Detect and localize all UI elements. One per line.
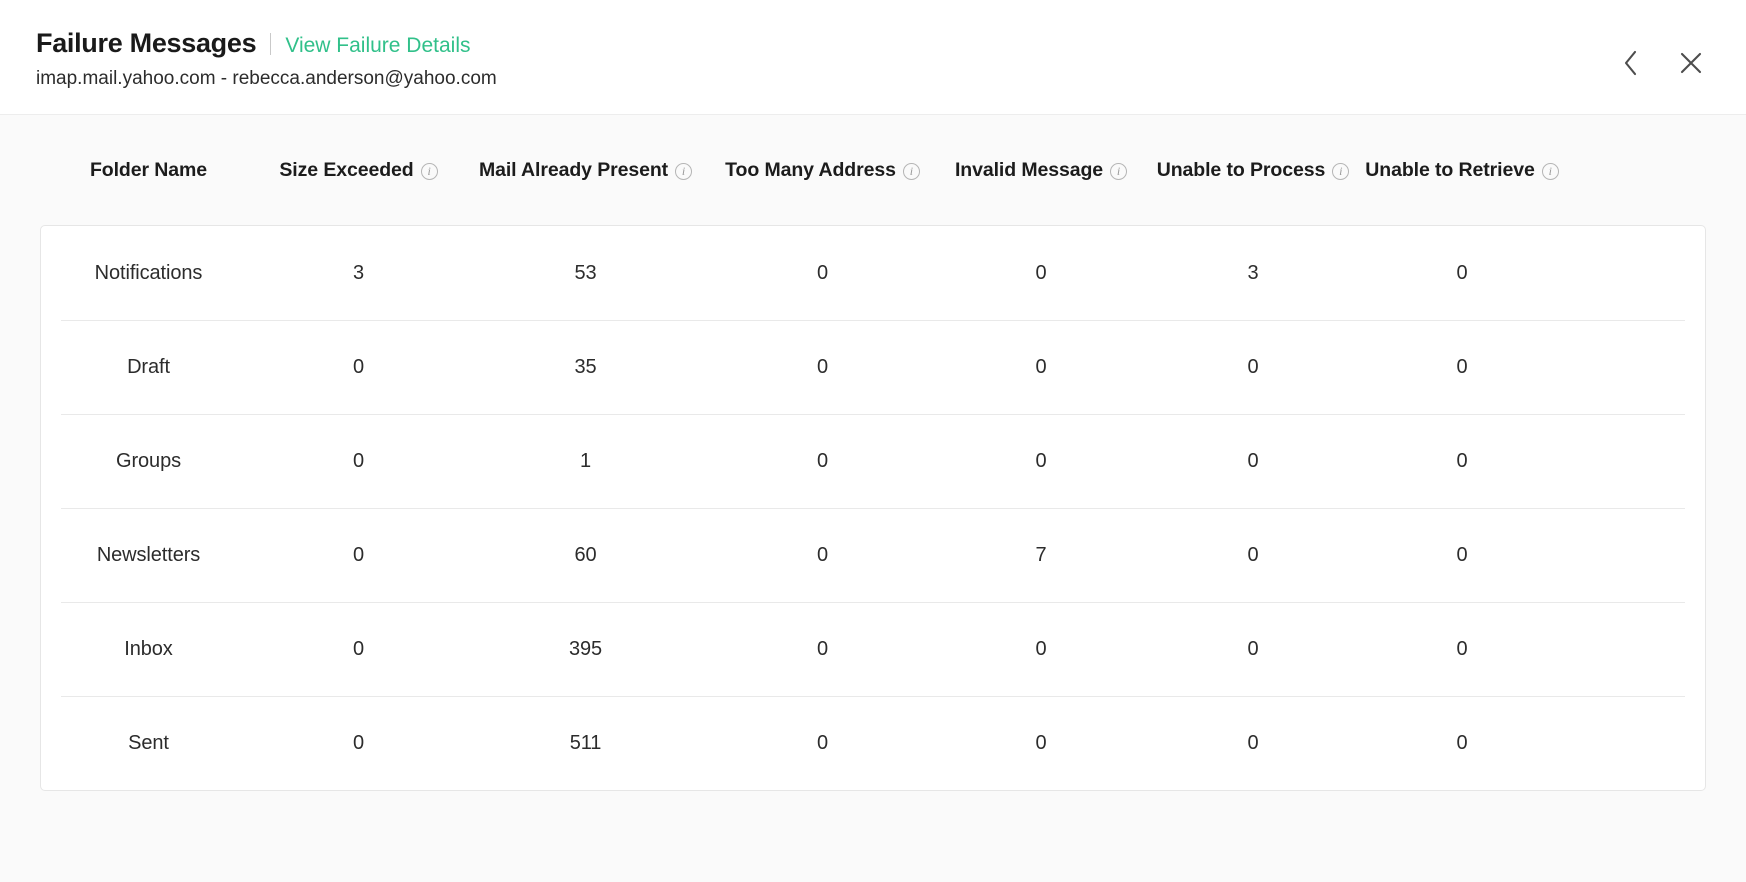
- account-subtitle: imap.mail.yahoo.com - rebecca.anderson@y…: [36, 66, 1746, 92]
- info-icon[interactable]: i: [903, 163, 920, 180]
- cell-size-exceeded: 3: [256, 262, 461, 285]
- table-header-row: Folder Name Size Exceeded i Mail Already…: [40, 115, 1706, 225]
- cell-unable-to-retrieve: 0: [1359, 732, 1565, 755]
- column-header-invalid-message: Invalid Message i: [935, 159, 1147, 182]
- cell-invalid-message: 0: [935, 262, 1147, 285]
- cell-size-exceeded: 0: [256, 356, 461, 379]
- info-icon[interactable]: i: [421, 163, 438, 180]
- cell-unable-to-process: 3: [1147, 262, 1359, 285]
- view-failure-details-link[interactable]: View Failure Details: [285, 29, 470, 63]
- cell-folder-name: Newsletters: [41, 544, 256, 567]
- column-header-mail-already-present: Mail Already Present i: [461, 159, 710, 182]
- cell-size-exceeded: 0: [256, 638, 461, 661]
- cell-invalid-message: 0: [935, 732, 1147, 755]
- cell-too-many-address: 0: [710, 262, 935, 285]
- info-icon[interactable]: i: [1110, 163, 1127, 180]
- info-icon[interactable]: i: [1332, 163, 1349, 180]
- column-header-size-exceeded: Size Exceeded i: [256, 159, 461, 182]
- cell-mail-already-present: 511: [461, 732, 710, 755]
- column-header-label: Too Many Address: [725, 159, 896, 182]
- info-icon[interactable]: i: [1542, 163, 1559, 180]
- table-row[interactable]: Newsletters 0 60 0 7 0 0: [41, 508, 1705, 602]
- info-icon[interactable]: i: [675, 163, 692, 180]
- cell-too-many-address: 0: [710, 638, 935, 661]
- cell-unable-to-process: 0: [1147, 544, 1359, 567]
- cell-folder-name: Notifications: [41, 262, 256, 285]
- column-header-folder-name: Folder Name: [41, 159, 256, 182]
- title-row: Failure Messages View Failure Details: [36, 26, 1746, 60]
- chevron-left-icon: [1623, 50, 1639, 76]
- table-row[interactable]: Notifications 3 53 0 0 3 0: [41, 226, 1705, 320]
- cell-size-exceeded: 0: [256, 732, 461, 755]
- cell-folder-name: Draft: [41, 356, 256, 379]
- cell-mail-already-present: 395: [461, 638, 710, 661]
- cell-unable-to-process: 0: [1147, 638, 1359, 661]
- cell-size-exceeded: 0: [256, 450, 461, 473]
- table-row[interactable]: Groups 0 1 0 0 0 0: [41, 414, 1705, 508]
- column-header-label: Folder Name: [90, 159, 207, 182]
- cell-unable-to-process: 0: [1147, 732, 1359, 755]
- column-header-label: Unable to Process: [1157, 159, 1325, 182]
- table-row[interactable]: Sent 0 511 0 0 0 0: [41, 696, 1705, 790]
- cell-mail-already-present: 53: [461, 262, 710, 285]
- header-actions: [1616, 48, 1706, 78]
- cell-folder-name: Groups: [41, 450, 256, 473]
- cell-folder-name: Sent: [41, 732, 256, 755]
- panel-body: Folder Name Size Exceeded i Mail Already…: [0, 115, 1746, 882]
- cell-invalid-message: 0: [935, 638, 1147, 661]
- cell-invalid-message: 0: [935, 450, 1147, 473]
- cell-too-many-address: 0: [710, 450, 935, 473]
- table-row[interactable]: Draft 0 35 0 0 0 0: [41, 320, 1705, 414]
- cell-mail-already-present: 35: [461, 356, 710, 379]
- failure-messages-table: Notifications 3 53 0 0 3 0 Draft 0 35 0 …: [40, 225, 1706, 791]
- page-title: Failure Messages: [36, 26, 256, 60]
- column-header-too-many-address: Too Many Address i: [710, 159, 935, 182]
- cell-unable-to-retrieve: 0: [1359, 450, 1565, 473]
- back-button[interactable]: [1616, 48, 1646, 78]
- column-header-label: Invalid Message: [955, 159, 1103, 182]
- cell-mail-already-present: 1: [461, 450, 710, 473]
- cell-invalid-message: 0: [935, 356, 1147, 379]
- column-header-unable-to-process: Unable to Process i: [1147, 159, 1359, 182]
- cell-too-many-address: 0: [710, 356, 935, 379]
- cell-too-many-address: 0: [710, 544, 935, 567]
- table-row[interactable]: Inbox 0 395 0 0 0 0: [41, 602, 1705, 696]
- cell-folder-name: Inbox: [41, 638, 256, 661]
- panel-header: Failure Messages View Failure Details im…: [0, 0, 1746, 115]
- column-header-label: Size Exceeded: [279, 159, 413, 182]
- column-header-unable-to-retrieve: Unable to Retrieve i: [1359, 159, 1565, 182]
- cell-invalid-message: 7: [935, 544, 1147, 567]
- cell-unable-to-retrieve: 0: [1359, 544, 1565, 567]
- cell-too-many-address: 0: [710, 732, 935, 755]
- column-header-label: Unable to Retrieve: [1365, 159, 1534, 182]
- column-header-label: Mail Already Present: [479, 159, 668, 182]
- cell-unable-to-retrieve: 0: [1359, 262, 1565, 285]
- cell-unable-to-retrieve: 0: [1359, 638, 1565, 661]
- cell-mail-already-present: 60: [461, 544, 710, 567]
- cell-unable-to-process: 0: [1147, 356, 1359, 379]
- cell-size-exceeded: 0: [256, 544, 461, 567]
- cell-unable-to-retrieve: 0: [1359, 356, 1565, 379]
- title-divider: [270, 33, 271, 55]
- close-button[interactable]: [1676, 48, 1706, 78]
- close-icon: [1679, 51, 1703, 75]
- cell-unable-to-process: 0: [1147, 450, 1359, 473]
